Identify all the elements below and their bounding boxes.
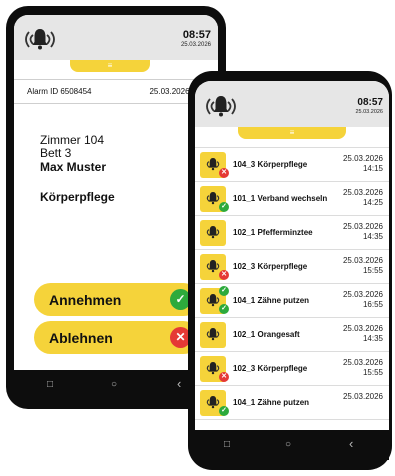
- alarm-title: 102_1 Pfefferminztee: [233, 228, 313, 237]
- alarm-bell-icon: [25, 29, 55, 50]
- alarm-date: 25.03.2026: [342, 188, 383, 197]
- alarm-bell-icon: [200, 220, 226, 246]
- header-time: 08:57: [357, 97, 383, 108]
- accept-label: Annehmen: [49, 292, 122, 308]
- alarm-id: Alarm ID 6508454: [27, 87, 92, 96]
- alarm-title: 102_3 Körperpflege: [233, 364, 308, 373]
- alarm-bell-icon: [200, 322, 226, 348]
- declined-badge-icon: ✕: [219, 270, 229, 280]
- accept-button[interactable]: Annehmen ✓: [34, 283, 200, 316]
- alarm-list-item[interactable]: ✕ 104_3 Körperpflege 25.03.2026 14:15: [195, 148, 389, 182]
- accepted-badge-icon: ✓: [219, 202, 229, 212]
- alarm-date: 25.03.2026: [342, 154, 383, 163]
- alarm-time: 15:55: [362, 266, 383, 275]
- alarm-datetime: 25.03.2026 14:35: [343, 324, 383, 344]
- alarm-title: 104_3 Körperpflege: [233, 160, 308, 169]
- room-label: Zimmer 104: [40, 133, 105, 147]
- alarm-list-item[interactable]: 102_1 Pfefferminztee 25.03.2026 14:35: [195, 216, 389, 250]
- patient-name: Max Muster: [40, 160, 107, 174]
- header-time: 08:57: [182, 29, 211, 41]
- alarm-datetime: 25.03.2026 14:15: [343, 154, 383, 174]
- alarm-time: 15:55: [362, 368, 383, 377]
- alarm-time: 14:25: [362, 198, 383, 207]
- bed-label: Bett 3: [40, 146, 72, 160]
- accepted-badge-icon: ✓: [219, 286, 229, 296]
- alarm-list-item[interactable]: ✕ 102_3 Körperpflege 25.03.2026 15:55: [195, 250, 389, 284]
- alarm-title: 101_1 Verband wechseln: [233, 194, 328, 203]
- alarm-datetime: 25.03.2026 15:55: [343, 256, 383, 276]
- overview-square-icon[interactable]: □: [224, 440, 230, 450]
- menu-lines-icon: ≡: [289, 128, 295, 137]
- alarm-time: 16:55: [362, 300, 383, 309]
- alarm-list-item[interactable]: ✓ ✓ 104_1 Zähne putzen 25.03.2026 16:55: [195, 284, 389, 318]
- alarm-list-item[interactable]: ✕ 102_3 Körperpflege 25.03.2026 15:55: [195, 352, 389, 386]
- accepted-badge-icon: ✓: [219, 304, 229, 314]
- alarm-datetime: 25.03.2026 14:25: [343, 188, 383, 208]
- alarm-date: 25.03.2026: [342, 392, 383, 401]
- declined-badge-icon: ✕: [219, 168, 229, 178]
- drawer-handle[interactable]: ≡: [70, 60, 150, 72]
- header-date: 25.03.2026: [180, 42, 211, 48]
- menu-lines-icon: ≡: [107, 61, 113, 70]
- decline-button[interactable]: Ablehnen ✕: [34, 321, 200, 354]
- accepted-badge-icon: ✓: [219, 406, 229, 416]
- declined-badge-icon: ✕: [219, 372, 229, 382]
- list-screen: 08:57 25.03.2026 ≡ ✕ 104_3 Körperpflege 25…: [195, 81, 389, 460]
- alarm-datetime: 25.03.2026 14:35: [343, 222, 383, 242]
- alarm-date: 25.03.2026: [342, 290, 383, 299]
- alarm-list-item[interactable]: ✓ 101_1 Verband wechseln 25.03.2026 14:25: [195, 182, 389, 216]
- list-header: 08:57 25.03.2026: [195, 81, 389, 127]
- alarm-title: 104_1 Zähne putzen: [233, 398, 310, 407]
- alarm-datetime: 25.03.2026 16:55: [343, 290, 383, 310]
- alarm-title: 102_1 Orangesaft: [233, 330, 300, 339]
- home-circle-icon[interactable]: ○: [111, 380, 117, 390]
- alarm-date: 25.03.2026: [342, 256, 383, 265]
- alarm-time: 14:35: [362, 334, 383, 343]
- back-chevron-icon[interactable]: ‹: [349, 437, 353, 450]
- alarm-time: 14:35: [362, 232, 383, 241]
- list-navbar: □ ○ ‹: [195, 430, 389, 460]
- alarm-list-item[interactable]: ✓ 104_1 Zähne putzen 25.03.2026: [195, 386, 389, 420]
- decline-label: Ablehnen: [49, 330, 113, 346]
- home-circle-icon[interactable]: ○: [285, 440, 291, 450]
- alarm-datetime: 25.03.2026 15:55: [343, 358, 383, 378]
- drawer-handle[interactable]: ≡: [238, 127, 346, 139]
- list-phone: 08:57 25.03.2026 ≡ ✕ 104_3 Körperpflege 25…: [188, 71, 392, 470]
- header-date: 25.03.2026: [355, 109, 383, 115]
- back-chevron-icon[interactable]: ‹: [177, 377, 181, 390]
- alarm-date: 25.03.2026: [342, 358, 383, 367]
- alarm-bell-icon: [206, 96, 236, 117]
- detail-header: 08:57 25.03.2026: [14, 15, 218, 60]
- alarm-title: 102_3 Körperpflege: [233, 262, 308, 271]
- alarm-list: ✕ 104_3 Körperpflege 25.03.2026 14:15 ✓ 101_1…: [195, 147, 389, 431]
- alarm-time: 14:15: [362, 164, 383, 173]
- overview-square-icon[interactable]: □: [47, 380, 53, 390]
- alarm-datetime: 25.03.2026: [343, 392, 383, 402]
- alarm-date: 25.03.2026: [342, 222, 383, 231]
- alarm-title: 104_1 Zähne putzen: [233, 296, 310, 305]
- alarm-date: 25.03.2026: [342, 324, 383, 333]
- task-title: Körperpflege: [40, 190, 115, 204]
- alarm-list-item[interactable]: 102_1 Orangesaft 25.03.2026 14:35: [195, 318, 389, 352]
